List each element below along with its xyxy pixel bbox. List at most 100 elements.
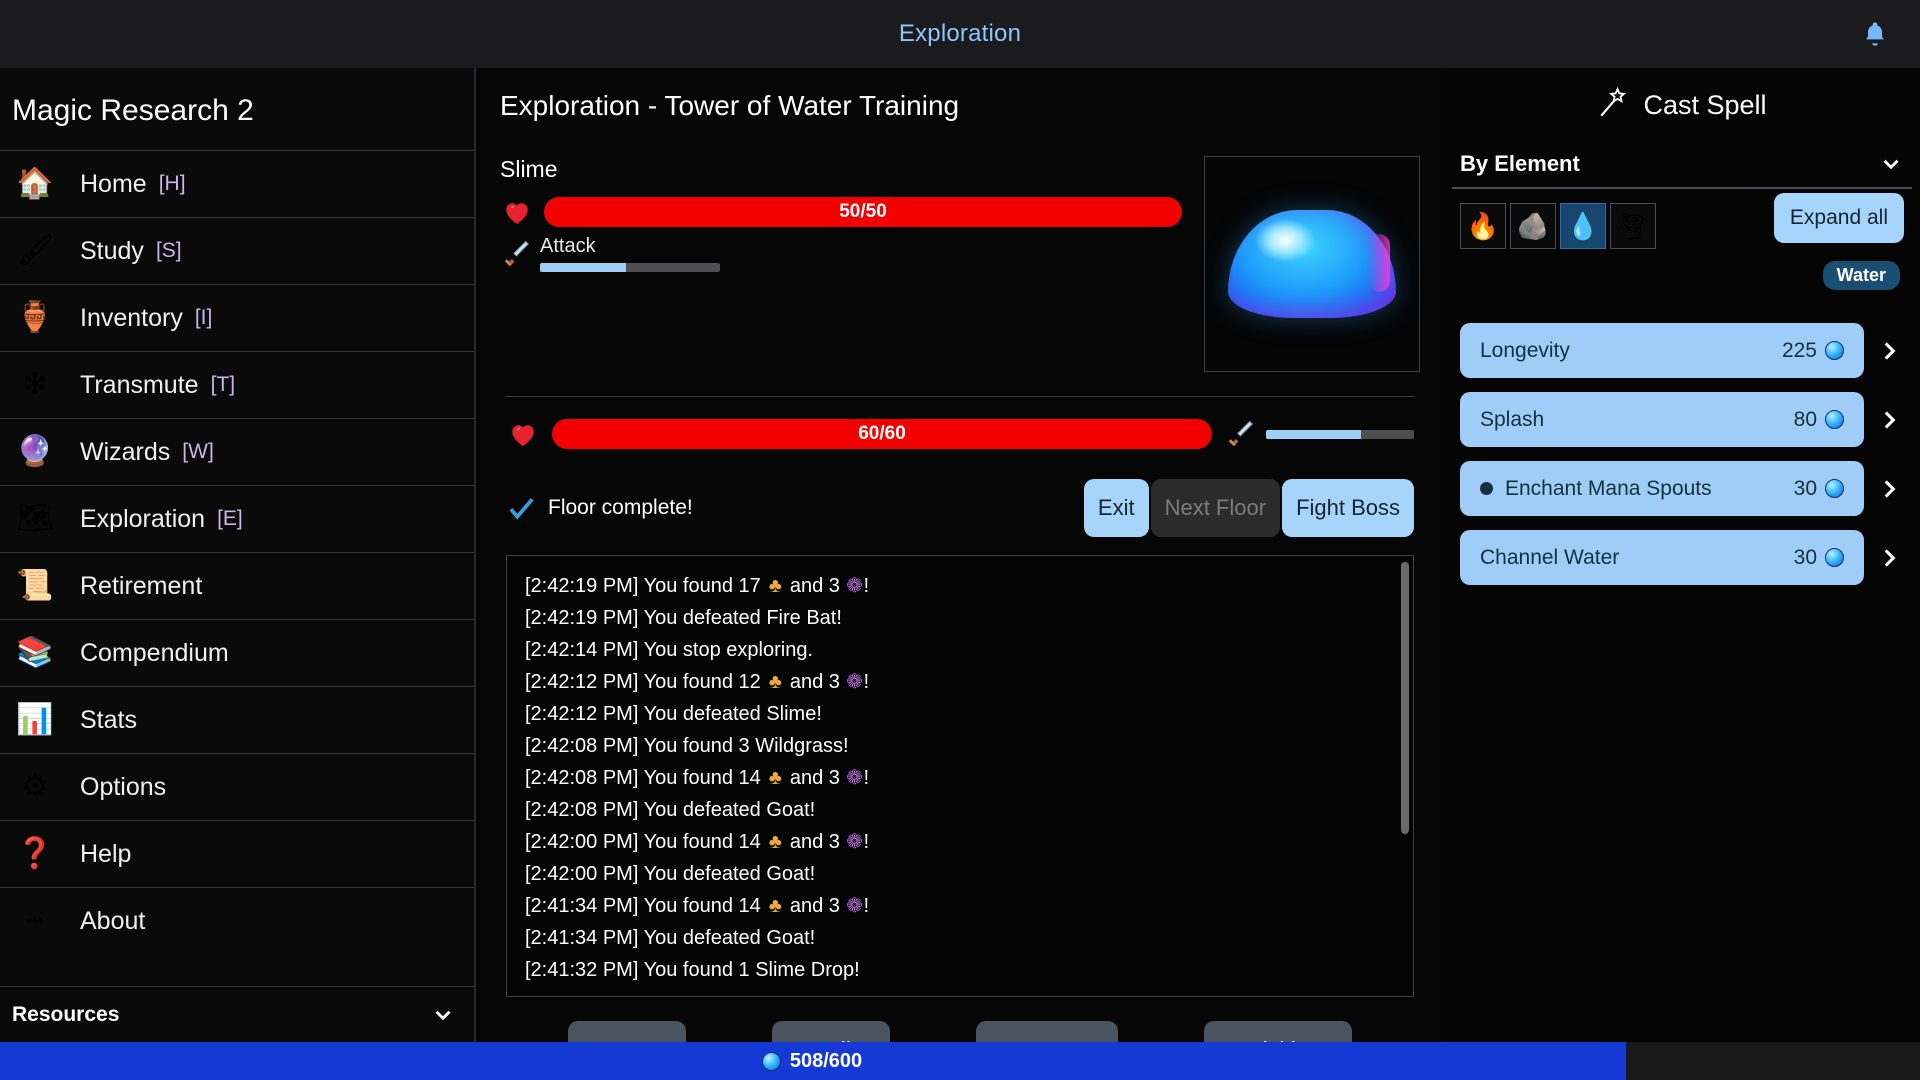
water-element-icon[interactable]: 💧 xyxy=(1560,203,1606,249)
sword-icon xyxy=(1224,415,1258,453)
sidebar-item-options[interactable]: ⚙ Options xyxy=(0,753,474,820)
log-entry: [2:42:19 PM] You found 17 ♣ and 3 ❁! xyxy=(525,570,1395,602)
sidebar-item-label: Help xyxy=(80,839,132,868)
spell-expand-chevron[interactable] xyxy=(1874,476,1904,502)
sidebar-item-wizards[interactable]: 🔮 Wizards [W] xyxy=(0,418,474,485)
log-text: You defeated Fire Bat! xyxy=(643,607,842,629)
sidebar-item-label: Inventory xyxy=(80,303,183,332)
earth-element-icon[interactable]: 🪨 xyxy=(1510,203,1556,249)
log-entry: [2:42:00 PM] You defeated Goat! xyxy=(525,858,1395,890)
log-text: You stop exploring. xyxy=(643,639,813,661)
quill-icon: 🖌 xyxy=(15,234,55,267)
sidebar-item-label: About xyxy=(80,906,146,935)
spell-expand-chevron[interactable] xyxy=(1874,407,1904,433)
log-scroll-thumb[interactable] xyxy=(1401,562,1409,834)
log-text-mid: and 3 xyxy=(784,831,846,853)
enemy-hp-bar: 50/50 xyxy=(544,197,1182,227)
status-text: Floor complete! xyxy=(548,496,693,519)
spell-cost-value: 30 xyxy=(1793,545,1817,569)
player-attack-bar xyxy=(1266,429,1414,439)
sidebar-item-inventory[interactable]: 🏺 Inventory [I] xyxy=(0,284,474,351)
spell-expand-chevron[interactable] xyxy=(1874,338,1904,364)
combat-divider xyxy=(506,396,1414,397)
sidebar-item-compendium[interactable]: 📚 Compendium xyxy=(0,619,474,686)
player-attack-meter xyxy=(1224,415,1414,453)
spell-splash[interactable]: Splash 80 xyxy=(1460,392,1864,447)
sidebar-item-study[interactable]: 🖌 Study [S] xyxy=(0,217,474,284)
sidebar-item-exploration[interactable]: 🗺 Exploration [E] xyxy=(0,485,474,552)
bell-icon[interactable] xyxy=(1858,17,1892,51)
chevron-down-icon xyxy=(1883,159,1899,170)
log-text: You found 12 xyxy=(643,671,767,693)
sidebar-item-label: Compendium xyxy=(80,638,229,667)
sidebar-item-shortcut: [W] xyxy=(182,440,214,463)
jar-icon: 🏺 xyxy=(16,301,54,334)
sidebar-item-transmute[interactable]: ❇ Transmute [T] xyxy=(0,351,474,418)
essence-icon: ❁ xyxy=(846,575,863,597)
log-text-mid: and 3 xyxy=(784,575,846,597)
combat-area: Slime 50/50 Attack 60/60 Floor complete!… xyxy=(494,156,1426,1080)
sidebar-item-shortcut: [H] xyxy=(158,172,186,195)
spell-name: Longevity xyxy=(1480,338,1570,362)
sidebar-item-label: Exploration xyxy=(80,504,206,533)
spell-longevity[interactable]: Longevity 225 xyxy=(1460,323,1864,378)
spell-cost: 30 xyxy=(1794,546,1844,570)
player-hp-bar: 60/60 xyxy=(552,419,1212,449)
books-icon: 📚 xyxy=(16,636,54,669)
gold-icon: ♣ xyxy=(768,671,782,693)
log-text-end: ! xyxy=(863,767,870,789)
essence-icon: ❁ xyxy=(846,895,863,917)
log-text-mid: and 3 xyxy=(784,895,846,917)
by-element-label: By Element xyxy=(1460,151,1580,176)
active-spell-indicator xyxy=(1480,482,1493,495)
log-time: [2:42:00 PM] xyxy=(525,863,639,885)
air-element-icon[interactable]: 🌪 xyxy=(1610,203,1656,249)
log-text: You defeated Goat! xyxy=(643,863,816,885)
log-text: You found 1 Slime Drop! xyxy=(643,959,860,981)
by-element-toggle[interactable]: By Element xyxy=(1452,151,1912,189)
spell-cost-value: 30 xyxy=(1793,476,1817,500)
enemy-hp-text: 50/50 xyxy=(839,201,887,222)
chevron-right-icon xyxy=(1884,548,1896,567)
enemy-portrait xyxy=(1204,156,1420,372)
spell-expand-chevron[interactable] xyxy=(1874,545,1904,571)
spell-row: Splash 80 xyxy=(1460,392,1904,447)
sidebar-nav: 🏠 Home [H] 🖌 Study [S] 🏺 Inventory [I] ❇ Transmute… xyxy=(0,150,474,986)
sidebar-item-stats[interactable]: 📊 Stats xyxy=(0,686,474,753)
element-filter-area: 🔥 🪨 💧 🌪 Expand all Water xyxy=(1452,189,1912,290)
cast-spell-title: Cast Spell xyxy=(1643,90,1767,120)
log-entry: [2:42:00 PM] You found 14 ♣ and 3 ❁! xyxy=(525,826,1395,858)
log-entry: [2:42:08 PM] You found 3 Wildgrass! xyxy=(525,730,1395,762)
log-text-end: ! xyxy=(863,895,870,917)
log-text-mid: and 3 xyxy=(784,671,846,693)
fire-element-icon[interactable]: 🔥 xyxy=(1460,203,1506,249)
spell-channel-water[interactable]: Channel Water 30 xyxy=(1460,530,1864,585)
check-icon xyxy=(506,493,536,523)
event-log[interactable]: [2:42:19 PM] You found 17 ♣ and 3 ❁! [2:4… xyxy=(506,555,1414,997)
spell-name: Splash xyxy=(1480,407,1545,431)
sidebar-item-help[interactable]: ❓ Help xyxy=(0,820,474,887)
status-row: Floor complete! Exit Next Floor Fight Boss xyxy=(500,479,1420,537)
sidebar-item-retirement[interactable]: 📜 Retirement xyxy=(0,552,474,619)
sidebar-item-shortcut: [E] xyxy=(217,507,243,530)
mana-orb-icon xyxy=(1825,548,1844,567)
sidebar-item-label: Wizards xyxy=(80,437,171,466)
sidebar-item-about[interactable]: ••• About xyxy=(0,887,474,954)
sidebar-resources-toggle[interactable]: Resources xyxy=(0,986,474,1042)
gold-icon: ♣ xyxy=(768,831,782,853)
spell-cost: 30 xyxy=(1794,477,1844,501)
log-entry: [2:42:14 PM] You stop exploring. xyxy=(525,634,1395,666)
spell-enchant-mana-spouts[interactable]: Enchant Mana Spouts 30 xyxy=(1460,461,1864,516)
exit-button[interactable]: Exit xyxy=(1083,479,1149,537)
spell-cost-value: 80 xyxy=(1793,407,1817,431)
log-time: [2:42:08 PM] xyxy=(525,735,639,757)
main-content: Exploration - Tower of Water Training Sl… xyxy=(476,68,1444,1080)
sidebar-item-label: Options xyxy=(80,772,167,801)
sidebar-item-home[interactable]: 🏠 Home [H] xyxy=(0,150,474,217)
fight-boss-button[interactable]: Fight Boss xyxy=(1282,479,1414,537)
log-scrollbar[interactable] xyxy=(1401,562,1409,992)
chevron-down-icon xyxy=(435,1010,451,1020)
sidebar-item-shortcut: [T] xyxy=(210,373,236,396)
sidebar-item-label: Study xyxy=(80,236,144,265)
expand-all-button[interactable]: Expand all xyxy=(1773,193,1904,243)
